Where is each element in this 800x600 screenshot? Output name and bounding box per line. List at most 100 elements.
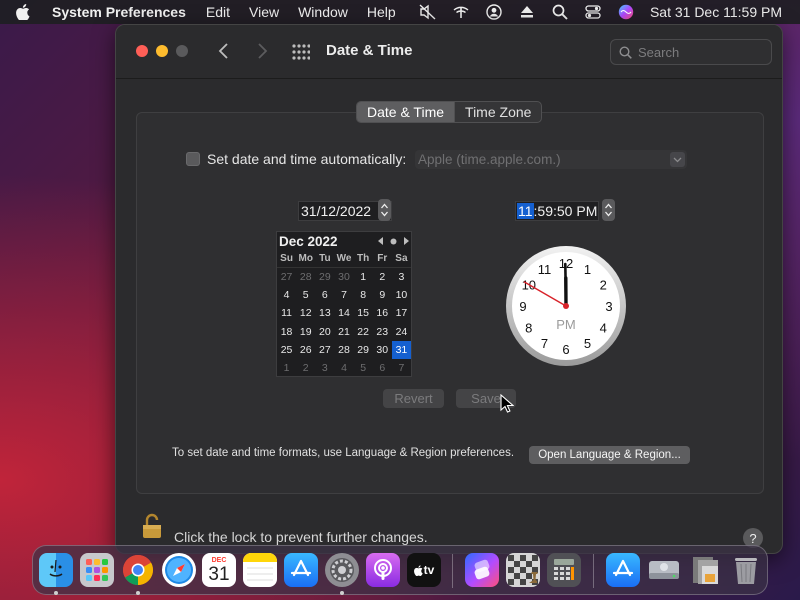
- disk-utility-icon[interactable]: [647, 553, 681, 587]
- app-name-menu[interactable]: System Preferences: [52, 4, 186, 20]
- tab-time-zone[interactable]: Time Zone: [454, 102, 541, 122]
- calendar-day[interactable]: 16: [373, 304, 392, 322]
- calendar-day[interactable]: 5: [296, 286, 315, 304]
- calculator-icon[interactable]: [547, 553, 581, 587]
- calendar-day[interactable]: 5: [354, 359, 373, 377]
- minimize-window-button[interactable]: [156, 45, 168, 57]
- chrome-icon[interactable]: [121, 553, 155, 587]
- calendar-day[interactable]: 27: [315, 341, 334, 359]
- finder-icon[interactable]: [39, 553, 73, 587]
- menu-window[interactable]: Window: [298, 4, 348, 20]
- today-dot-icon[interactable]: [390, 238, 397, 245]
- menu-bar: System Preferences Edit View Window Help…: [0, 0, 800, 24]
- calendar-day[interactable]: 30: [334, 268, 353, 286]
- safari-icon[interactable]: [162, 553, 196, 587]
- auto-time-label[interactable]: Set date and time automatically:: [207, 151, 406, 167]
- notes-icon[interactable]: [243, 553, 277, 587]
- calendar-day[interactable]: 14: [334, 304, 353, 322]
- calendar-day[interactable]: 28: [334, 341, 353, 359]
- calendar-day[interactable]: 2: [373, 268, 392, 286]
- time-stepper[interactable]: [602, 199, 615, 221]
- forward-chevron-icon[interactable]: [254, 41, 270, 61]
- tab-date-time[interactable]: Date & Time: [357, 102, 455, 122]
- calendar-day[interactable]: 11: [277, 304, 296, 322]
- lock-hint-text[interactable]: Click the lock to prevent further change…: [174, 529, 428, 545]
- zoom-window-button[interactable]: [176, 45, 188, 57]
- mute-icon[interactable]: [419, 3, 437, 21]
- lock-icon[interactable]: [142, 513, 162, 539]
- calendar-day[interactable]: 3: [315, 359, 334, 377]
- calendar-day[interactable]: 30: [373, 341, 392, 359]
- calendar-day[interactable]: 4: [277, 286, 296, 304]
- trash-icon[interactable]: [729, 553, 763, 587]
- app-store-downloads-icon[interactable]: [606, 553, 640, 587]
- open-language-region-button[interactable]: Open Language & Region...: [529, 446, 690, 464]
- calendar-app-icon[interactable]: DEC 31: [202, 553, 236, 587]
- stacks-folder-icon[interactable]: [688, 553, 722, 587]
- calendar-day[interactable]: 3: [392, 268, 411, 286]
- back-chevron-icon[interactable]: [216, 41, 232, 61]
- menu-edit[interactable]: Edit: [206, 4, 230, 20]
- podcasts-icon[interactable]: [366, 553, 400, 587]
- calendar-day[interactable]: 27: [277, 268, 296, 286]
- menu-bar-clock[interactable]: Sat 31 Dec 11:59 PM: [650, 4, 782, 20]
- time-input[interactable]: 11:59:50 PM: [515, 201, 599, 221]
- launchpad-icon[interactable]: [80, 553, 114, 587]
- calendar-day[interactable]: 26: [296, 341, 315, 359]
- calendar-day[interactable]: 18: [277, 323, 296, 341]
- calendar-day[interactable]: 21: [334, 323, 353, 341]
- calendar-day[interactable]: 25: [277, 341, 296, 359]
- calendar-day[interactable]: 22: [354, 323, 373, 341]
- calendar-day[interactable]: 13: [315, 304, 334, 322]
- calendar-day[interactable]: 8: [354, 286, 373, 304]
- calendar-day[interactable]: 24: [392, 323, 411, 341]
- apple-menu-icon[interactable]: [16, 4, 38, 20]
- system-preferences-icon[interactable]: [325, 553, 359, 587]
- calendar-day[interactable]: 12: [296, 304, 315, 322]
- shortcuts-icon[interactable]: [465, 553, 499, 587]
- apple-tv-icon[interactable]: tv: [407, 553, 441, 587]
- calendar-day[interactable]: 23: [373, 323, 392, 341]
- auto-time-checkbox[interactable]: [186, 152, 200, 166]
- calendar-days-grid: 27 28 29 30 1 2 3 4 5 6 7 8 9 10 11 12 13 14 15 16 17 18 19 20 2…: [277, 268, 411, 377]
- menu-view[interactable]: View: [249, 4, 279, 20]
- weekday-header: We: [336, 253, 352, 264]
- weekday-header: Fr: [377, 253, 388, 264]
- previous-month-icon[interactable]: [378, 237, 384, 245]
- time-hour-segment[interactable]: 11: [517, 203, 534, 219]
- calendar-day[interactable]: 1: [277, 359, 296, 377]
- calendar-day[interactable]: 7: [334, 286, 353, 304]
- user-icon[interactable]: [485, 3, 503, 21]
- calendar-day[interactable]: 19: [296, 323, 315, 341]
- calendar-day[interactable]: 2: [296, 359, 315, 377]
- menu-help[interactable]: Help: [367, 4, 396, 20]
- search-input[interactable]: [638, 44, 758, 60]
- calendar-day[interactable]: 6: [373, 359, 392, 377]
- close-window-button[interactable]: [136, 45, 148, 57]
- wifi-off-icon[interactable]: [452, 3, 470, 21]
- next-month-icon[interactable]: [403, 237, 409, 245]
- calendar-day[interactable]: 6: [315, 286, 334, 304]
- calendar-day[interactable]: 28: [296, 268, 315, 286]
- app-store-icon[interactable]: [284, 553, 318, 587]
- date-stepper[interactable]: [378, 199, 391, 221]
- calendar-day[interactable]: 7: [392, 359, 411, 377]
- spotlight-search-icon[interactable]: [551, 3, 569, 21]
- calendar-day[interactable]: 9: [373, 286, 392, 304]
- eject-icon[interactable]: [518, 3, 536, 21]
- search-field[interactable]: [610, 39, 772, 65]
- siri-icon[interactable]: [617, 3, 635, 21]
- revert-button[interactable]: Revert: [383, 389, 444, 408]
- calendar-day[interactable]: 20: [315, 323, 334, 341]
- calendar-day[interactable]: 4: [334, 359, 353, 377]
- calendar-day[interactable]: 1: [354, 268, 373, 286]
- calendar-day[interactable]: 29: [315, 268, 334, 286]
- control-center-icon[interactable]: [584, 3, 602, 21]
- calendar-day[interactable]: 29: [354, 341, 373, 359]
- calendar-day[interactable]: 17: [392, 304, 411, 322]
- calendar-day-selected[interactable]: 31: [391, 340, 411, 359]
- calendar-day[interactable]: 10: [392, 286, 411, 304]
- calendar-day[interactable]: 15: [354, 304, 373, 322]
- chess-icon[interactable]: [506, 553, 540, 587]
- show-all-grid-icon[interactable]: [292, 44, 311, 60]
